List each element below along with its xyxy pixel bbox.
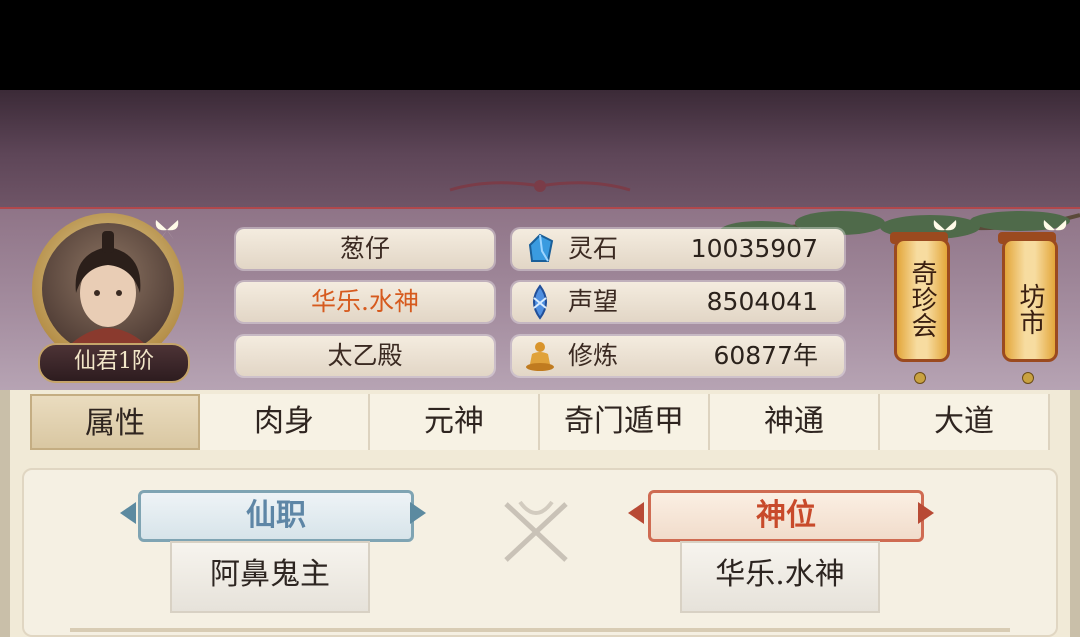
tab-divine-arts[interactable]: 神通 [710, 394, 880, 450]
tab-attributes[interactable]: 属性 [30, 394, 200, 450]
divider [70, 628, 1010, 632]
treasure-fair-button[interactable]: 奇珍会 [894, 238, 950, 362]
right-arrow-icon [918, 502, 934, 524]
player-title: 华乐.水神 [236, 282, 494, 322]
cloud-ornament-icon [449, 180, 631, 192]
tab-bar: 属性 肉身 元神 奇门遁甲 神通 大道 [30, 394, 1050, 450]
right-arrow-icon [410, 502, 426, 524]
resource-spirit-stone: 灵石 10035907 [512, 229, 844, 269]
player-name: 葱仔 [236, 229, 494, 269]
divine-rank-value: 华乐.水神 [680, 541, 880, 613]
lantern-bead [1022, 372, 1034, 384]
tab-primordial-spirit[interactable]: 元神 [370, 394, 540, 450]
blue-feather-icon [533, 284, 547, 320]
top-black-bar [0, 0, 1080, 90]
resource-label: 灵石 [568, 234, 619, 263]
immortal-post-title: 仙职 [138, 490, 414, 542]
lantern-bead [914, 372, 926, 384]
left-arrow-icon [628, 502, 644, 524]
tab-qimen-dunjia[interactable]: 奇门遁甲 [540, 394, 710, 450]
divine-rank-title: 神位 [648, 490, 924, 542]
butterfly-icon [155, 220, 179, 240]
resource-value: 60877年 [713, 341, 818, 370]
butterfly-icon [1043, 220, 1067, 231]
treasure-fair-label: 奇珍会 [907, 260, 937, 338]
butterfly-icon [933, 220, 957, 231]
meditation-icon [526, 342, 554, 371]
player-sect: 太乙殿 [236, 336, 494, 376]
market-button[interactable]: 坊市 [1002, 238, 1058, 362]
resource-reputation: 声望 8504041 [512, 282, 844, 322]
rank-badge: 仙君1阶 [38, 343, 190, 383]
left-arrow-icon [120, 502, 136, 524]
tab-body[interactable]: 肉身 [200, 394, 370, 450]
resource-value: 10035907 [690, 234, 818, 263]
tab-great-dao[interactable]: 大道 [880, 394, 1050, 450]
crossed-swords-icon [504, 500, 568, 562]
resource-label: 声望 [568, 287, 619, 316]
resource-label: 修炼 [568, 341, 619, 370]
market-label: 坊市 [1015, 283, 1045, 335]
immortal-post-value: 阿鼻鬼主 [170, 541, 370, 613]
blue-crystal-icon [528, 233, 554, 262]
resource-cultivation: 修炼 60877年 [512, 336, 844, 376]
resource-value: 8504041 [706, 287, 818, 316]
